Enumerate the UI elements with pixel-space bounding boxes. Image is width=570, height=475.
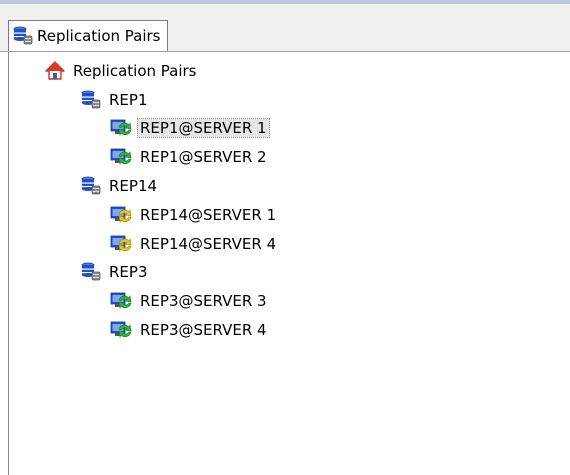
tab-replication-pairs[interactable]: Replication Pairs bbox=[8, 20, 168, 51]
tree-leaf-rep1-server2[interactable]: REP1@SERVER 2 bbox=[110, 145, 270, 169]
tree-group-label: REP14 bbox=[109, 177, 158, 195]
tree-group-label: REP1 bbox=[109, 91, 148, 109]
database-stack-icon bbox=[81, 90, 101, 110]
tree-leaf-label: REP1@SERVER 1 bbox=[137, 118, 270, 138]
tree-group-label: REP3 bbox=[109, 263, 148, 281]
tree-root-label: Replication Pairs bbox=[73, 62, 197, 80]
database-stack-icon bbox=[81, 176, 101, 196]
tree-leaf-rep3-server4[interactable]: REP3@SERVER 4 bbox=[110, 318, 270, 342]
tree-panel: Replication Pairs REP1 REP1@SERVER 1 REP… bbox=[8, 52, 570, 475]
tree-leaf-rep14-server4[interactable]: REP14@SERVER 4 bbox=[110, 232, 279, 256]
home-icon bbox=[45, 61, 65, 81]
database-stack-icon bbox=[13, 26, 33, 46]
tree-leaf-label: REP3@SERVER 3 bbox=[140, 292, 267, 310]
tab-bar: Replication Pairs bbox=[0, 4, 570, 52]
replication-sync-icon bbox=[110, 291, 132, 311]
tab-label: Replication Pairs bbox=[37, 27, 161, 45]
replication-sync-icon bbox=[110, 320, 132, 340]
replication-sync-icon bbox=[110, 234, 132, 254]
replication-sync-icon bbox=[110, 118, 132, 138]
tree-leaf-label: REP3@SERVER 4 bbox=[140, 321, 267, 339]
tree-leaf-rep1-server1[interactable]: REP1@SERVER 1 bbox=[110, 116, 270, 140]
tree-leaf-label: REP1@SERVER 2 bbox=[140, 148, 267, 166]
tree-group-rep1[interactable]: REP1 bbox=[81, 88, 151, 112]
tree-root[interactable]: Replication Pairs bbox=[45, 59, 200, 83]
replication-sync-icon bbox=[110, 147, 132, 167]
tree-group-rep3[interactable]: REP3 bbox=[81, 260, 151, 284]
tree-leaf-label: REP14@SERVER 1 bbox=[140, 206, 277, 224]
tree-leaf-rep14-server1[interactable]: REP14@SERVER 1 bbox=[110, 203, 279, 227]
database-stack-icon bbox=[81, 262, 101, 282]
tree-leaf-label: REP14@SERVER 4 bbox=[140, 235, 277, 253]
tree-group-rep14[interactable]: REP14 bbox=[81, 174, 160, 198]
tree-leaf-rep3-server3[interactable]: REP3@SERVER 3 bbox=[110, 289, 270, 313]
replication-sync-icon bbox=[110, 205, 132, 225]
